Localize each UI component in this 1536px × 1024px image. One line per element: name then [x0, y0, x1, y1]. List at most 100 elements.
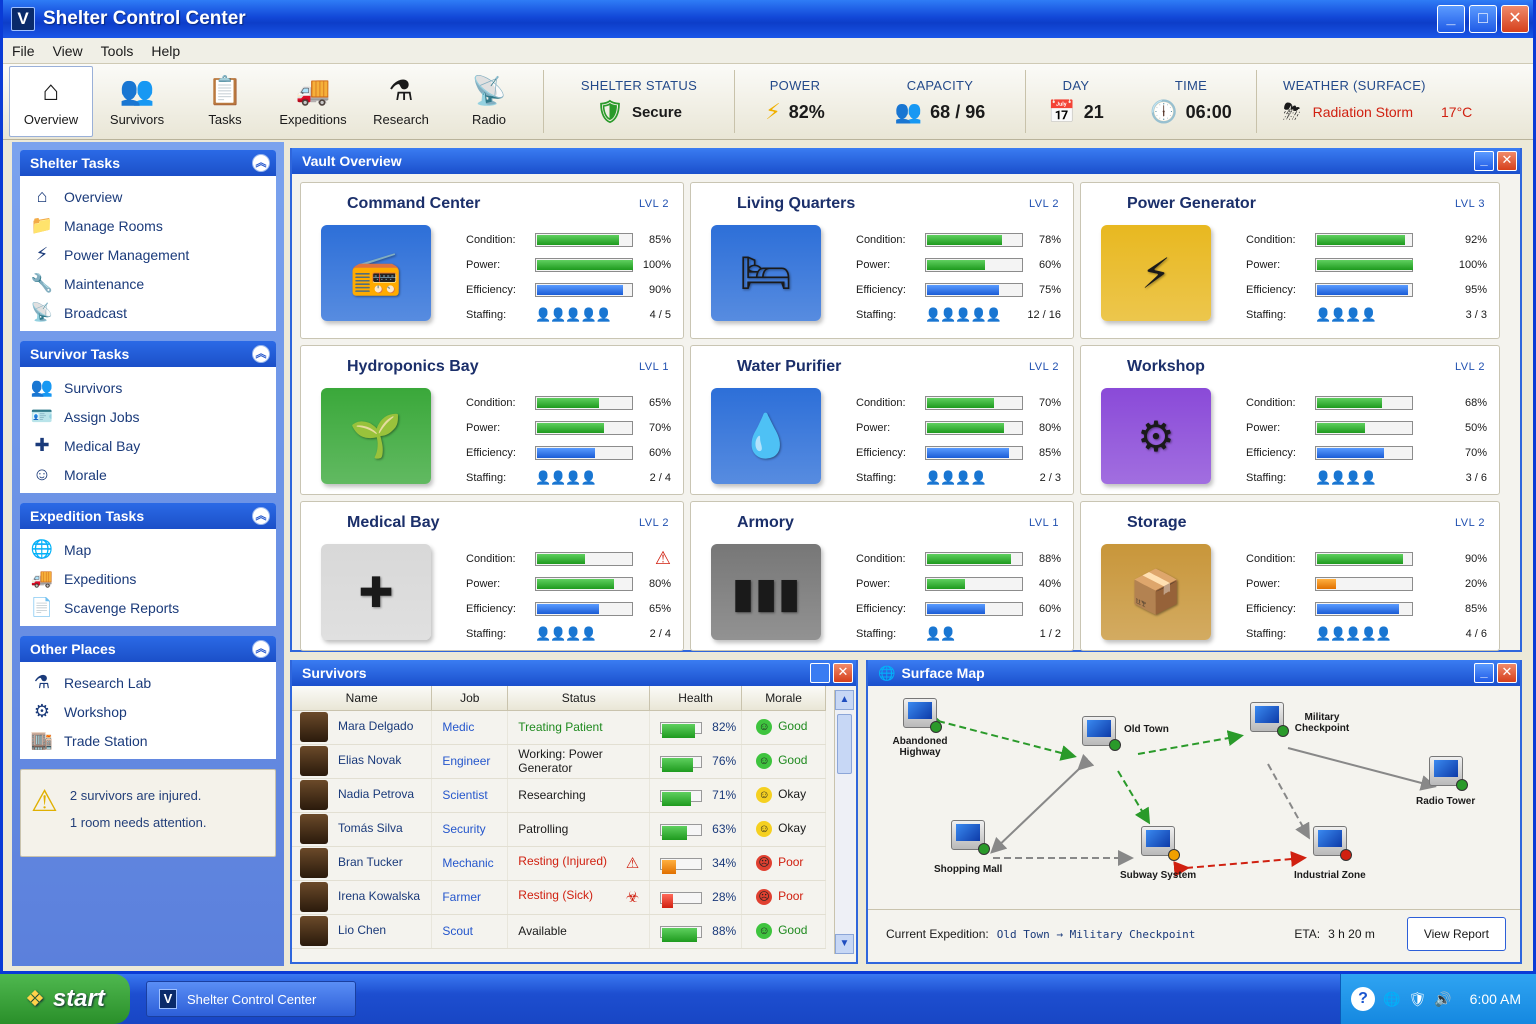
column-header-morale[interactable]: Morale [741, 686, 826, 711]
room-card-armory[interactable]: Armory LVL 1 ▮▮▮ Condition: 88% Power: 40% Effi… [690, 501, 1074, 651]
minimize-button[interactable]: _ [1437, 5, 1465, 33]
start-button[interactable]: ❖ start [0, 974, 130, 1024]
sidebar-item-overview[interactable]: ⌂ Overview [30, 182, 270, 211]
health-bar [660, 823, 703, 840]
map-node-subway-system[interactable]: Subway System [1120, 826, 1196, 881]
view-report-button[interactable]: View Report [1406, 917, 1506, 951]
toolbar-expeditions-button[interactable]: 🚚 Expeditions [269, 64, 357, 139]
table-row[interactable]: Mara Delgado Medic Treating Patient 82% ☺ Goo… [292, 710, 826, 745]
map-node-military-checkpoint[interactable] [1250, 702, 1289, 737]
close-panel-button[interactable]: ✕ [1497, 663, 1517, 683]
staffing-label: Staffing: [856, 308, 897, 321]
collapse-icon[interactable]: ︽ [252, 154, 270, 172]
sidebar-item-medical-bay[interactable]: ✚ Medical Bay [30, 431, 270, 460]
sidebar-item-assign-jobs[interactable]: 🪪 Assign Jobs [30, 402, 270, 431]
survivor-name: Nadia Petrova [338, 787, 415, 802]
room-card-storage[interactable]: Storage LVL 2 📦 Condition: 90% Power: 20% Effic… [1080, 501, 1500, 651]
table-row[interactable]: Bran Tucker Mechanic Resting (Injured) ⚠ 34%… [292, 846, 826, 881]
menu-view[interactable]: View [44, 43, 92, 59]
minimize-panel-button[interactable]: _ [1474, 151, 1494, 171]
sidebar-item-workshop[interactable]: ⚙ Workshop [30, 697, 270, 726]
close-panel-button[interactable]: ✕ [1497, 151, 1517, 171]
globe-icon: 🌐 [30, 539, 54, 559]
column-header-job[interactable]: Job [431, 686, 509, 711]
map-node-old-town[interactable] [1082, 716, 1121, 751]
network-icon[interactable]: 🌐 [1383, 991, 1400, 1008]
room-folder-icon: ⚙ [1101, 388, 1211, 484]
menu-file[interactable]: File [3, 43, 44, 59]
toolbar-radio-button[interactable]: 📡 Radio [445, 64, 533, 139]
toolbar-tasks-button[interactable]: 📋 Tasks [181, 64, 269, 139]
toolbar-survivors-button[interactable]: 👥 Survivors [93, 64, 181, 139]
sidebar-item-scavenge-reports[interactable]: 📄 Scavenge Reports [30, 593, 270, 622]
room-card-water-purifier[interactable]: Water Purifier LVL 2 💧 Condition: 70% Power: 8… [690, 345, 1074, 495]
map-node-radio-tower[interactable]: Radio Tower [1416, 756, 1475, 807]
sidebar-item-power-management[interactable]: ⚡ Power Management [30, 240, 270, 269]
column-header-health[interactable]: Health [649, 686, 743, 711]
sidebar-item-morale[interactable]: ☺ Morale [30, 460, 270, 489]
room-card-hydroponics-bay[interactable]: Hydroponics Bay LVL 1 🌱 Condition: 65% Power:… [300, 345, 684, 495]
map-canvas[interactable]: Abandoned Highway Old Town Military Chec… [868, 686, 1520, 910]
route-oldtown-mall [990, 753, 1095, 854]
table-row[interactable]: Lio Chen Scout Available 88% ☺ Good [292, 914, 826, 949]
room-card-medical-bay[interactable]: Medical Bay LVL 2 ✚ Condition: ⚠ Power: 80% Eff… [300, 501, 684, 651]
room-card-living-quarters[interactable]: Living Quarters LVL 2 🛏 Condition: 78% Power:… [690, 182, 1074, 339]
minimize-panel-button[interactable] [810, 663, 830, 683]
sidebar-item-map[interactable]: 🌐 Map [30, 535, 270, 564]
scroll-thumb[interactable] [837, 714, 852, 774]
collapse-icon[interactable]: ︽ [252, 345, 270, 363]
room-card-workshop[interactable]: Workshop LVL 2 ⚙ Condition: 68% Power: 50% Effi… [1080, 345, 1500, 495]
room-card-power-generator[interactable]: Power Generator LVL 3 ⚡ Condition: 92% Power:… [1080, 182, 1500, 339]
help-icon[interactable]: ? [1351, 987, 1375, 1011]
column-header-name[interactable]: Name [292, 686, 433, 711]
table-row[interactable]: Nadia Petrova Scientist Researching 71% ☺ Oka… [292, 778, 826, 813]
toolbar-overview-button[interactable]: ⌂ Overview [9, 66, 93, 137]
sidebar-item-survivors[interactable]: 👥 Survivors [30, 373, 270, 402]
weather-temperature: 17°C [1441, 104, 1473, 120]
table-row[interactable]: Tomás Silva Security Patrolling 63% ☺ Okay [292, 812, 826, 847]
close-button[interactable]: ✕ [1501, 5, 1529, 33]
room-card-command-center[interactable]: Command Center LVL 2 📻 Condition: 85% Power: 1… [300, 182, 684, 339]
other-places-header[interactable]: Other Places ︽ [20, 636, 276, 662]
map-node-abandoned-highway[interactable]: Abandoned Highway [890, 698, 950, 758]
maximize-button[interactable]: □ [1469, 5, 1497, 33]
title-bar[interactable]: V Shelter Control Center _ □ ✕ [3, 0, 1533, 38]
taskbar-app-button[interactable]: V Shelter Control Center [146, 981, 356, 1017]
column-header-status[interactable]: Status [507, 686, 651, 711]
shelter-tasks-header[interactable]: Shelter Tasks ︽ [20, 150, 276, 176]
map-node-shopping-mall[interactable]: Shopping Mall [934, 820, 1002, 875]
collapse-icon[interactable]: ︽ [252, 640, 270, 658]
document-icon: 📄 [30, 597, 54, 617]
efficiency-value: 60% [1038, 602, 1061, 615]
staffing-value: 2 / 4 [649, 627, 671, 640]
sidebar-item-research-lab[interactable]: ⚗ Research Lab [30, 668, 270, 697]
table-row[interactable]: Elias Novak Engineer Working: Power Genera… [292, 744, 826, 779]
menu-help[interactable]: Help [142, 43, 189, 59]
sidebar-item-maintenance[interactable]: 🔧 Maintenance [30, 269, 270, 298]
scroll-up-icon[interactable]: ▲ [835, 690, 854, 710]
collapse-icon[interactable]: ︽ [252, 507, 270, 525]
survivor-tasks-header[interactable]: Survivor Tasks ︽ [20, 341, 276, 367]
sidebar-item-trade-station[interactable]: 🏬 Trade Station [30, 726, 270, 755]
power-label: Power: [1246, 577, 1281, 590]
power-label: Power: [1246, 421, 1281, 434]
room-folder-icon: ▮▮▮ [711, 544, 821, 640]
survivors-table: Name Job Status Health Morale Mara Delgado Me… [292, 686, 826, 949]
survivor-job: Farmer [431, 880, 509, 915]
minimize-panel-button[interactable]: _ [1474, 663, 1494, 683]
scroll-down-icon[interactable]: ▼ [835, 934, 854, 954]
map-node-industrial-zone[interactable]: Industrial Zone [1294, 826, 1366, 881]
volume-icon[interactable]: 🔊 [1434, 991, 1451, 1008]
day-status: DAY 📅 21 [1026, 64, 1126, 139]
survivors-scrollbar[interactable]: ▲ ▼ [834, 690, 854, 954]
sidebar-item-manage-rooms[interactable]: 📁 Manage Rooms [30, 211, 270, 240]
menu-tools[interactable]: Tools [92, 43, 143, 59]
mood-good-icon: ☺ [756, 923, 773, 939]
toolbar-research-button[interactable]: ⚗ Research [357, 64, 445, 139]
sidebar-item-broadcast[interactable]: 📡 Broadcast [30, 298, 270, 327]
table-row[interactable]: Irena Kowalska Farmer Resting (Sick) ☣ 28% ☹ P… [292, 880, 826, 915]
sidebar-item-expeditions[interactable]: 🚚 Expeditions [30, 564, 270, 593]
close-panel-button[interactable]: ✕ [833, 663, 853, 683]
security-icon[interactable]: 🛡 [1408, 991, 1426, 1008]
expedition-tasks-header[interactable]: Expedition Tasks ︽ [20, 503, 276, 529]
